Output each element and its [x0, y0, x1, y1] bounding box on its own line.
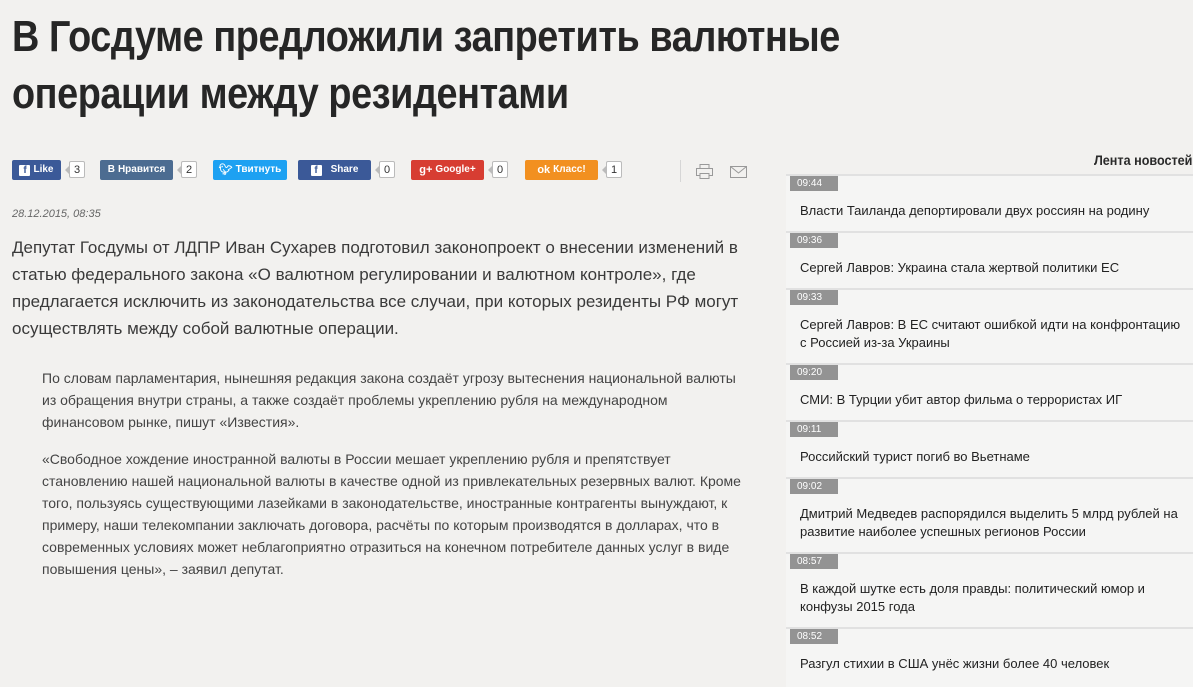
news-feed-headline[interactable]: СМИ: В Турции убит автор фильма о террор… — [800, 391, 1185, 409]
news-feed-item[interactable]: 09:33 Сергей Лавров: В ЕС считают ошибко… — [786, 288, 1193, 363]
twitter-tweet-button[interactable]: 🐦︎ Твитнуть — [213, 160, 287, 180]
news-feed-time: 09:11 — [790, 422, 838, 437]
twitter-tweet-label: Твитнуть — [235, 164, 282, 175]
news-feed-headline[interactable]: Сергей Лавров: Украина стала жертвой пол… — [800, 259, 1185, 277]
news-feed-headline[interactable]: Разгул стихии в США унёс жизни более 40 … — [800, 655, 1185, 673]
news-feed-item[interactable]: 08:52 Разгул стихии в США унёс жизни бол… — [786, 627, 1193, 687]
news-feed-time: 09:44 — [790, 176, 838, 191]
news-feed-item[interactable]: 09:20 СМИ: В Турции убит автор фильма о … — [786, 363, 1193, 420]
news-feed-item[interactable]: 09:11 Российский турист погиб во Вьетнам… — [786, 420, 1193, 477]
news-feed-time: 09:36 — [790, 233, 838, 248]
article-paragraph-2: «Свободное хождение иностранной валюты в… — [42, 451, 741, 577]
ok-class-label: Класс! — [553, 164, 586, 175]
google-plus-button[interactable]: g+ Google+ — [411, 160, 484, 180]
article-title: В Госдуме предложили запретить валютные … — [12, 12, 840, 118]
news-feed-item[interactable]: 09:02 Дмитрий Медведев распорядился выде… — [786, 477, 1193, 552]
news-feed-headline[interactable]: В каждой шутке есть доля правды: политич… — [800, 580, 1185, 616]
google-plus-label: Google+ — [435, 164, 476, 175]
news-feed-headline[interactable]: Сергей Лавров: В ЕС считают ошибкой идти… — [800, 316, 1185, 352]
news-feed-time: 08:52 — [790, 629, 838, 644]
news-feed-headline[interactable]: Российский турист погиб во Вьетнаме — [800, 448, 1185, 466]
facebook-like-count: 3 — [64, 161, 86, 178]
printer-icon[interactable] — [696, 164, 713, 179]
ok-class-count: 1 — [601, 161, 623, 178]
news-feed-time: 09:33 — [790, 290, 838, 305]
news-feed-time: 09:02 — [790, 479, 838, 494]
facebook-like-button[interactable]: f Like — [12, 160, 61, 180]
vk-icon: В — [107, 164, 115, 175]
vk-like-button[interactable]: В Нравится — [100, 160, 173, 180]
news-feed-time: 09:20 — [790, 365, 838, 380]
news-feed-title: Лента новостей — [1093, 152, 1192, 168]
facebook-share-label: Share — [330, 164, 359, 175]
vk-like-count: 2 — [176, 161, 198, 178]
twitter-bird-icon: 🐦︎ — [218, 164, 233, 176]
facebook-icon: f — [310, 164, 322, 176]
news-feed-time: 08:57 — [790, 554, 838, 569]
article-date: 28.12.2015, 08:35 — [12, 208, 101, 220]
facebook-share-count: 0 — [374, 161, 396, 178]
news-feed-headline[interactable]: Дмитрий Медведев распорядился выделить 5… — [800, 505, 1185, 541]
news-feed-item[interactable]: 09:44 Власти Таиланда депортировали двух… — [786, 174, 1193, 231]
article-paragraph-1: По словам парламентария, нынешняя редакц… — [42, 370, 736, 430]
envelope-icon[interactable] — [730, 166, 747, 178]
facebook-share-button[interactable]: f Share — [298, 160, 371, 180]
toolbar-divider — [680, 160, 681, 182]
facebook-icon: f — [19, 164, 31, 176]
ok-class-button[interactable]: ok Класс! — [525, 160, 598, 180]
vk-like-label: Нравится — [117, 164, 166, 175]
news-feed-item[interactable]: 08:57 В каждой шутке есть доля правды: п… — [786, 552, 1193, 627]
google-plus-count: 0 — [487, 161, 509, 178]
facebook-like-label: Like — [33, 164, 54, 175]
news-feed-item[interactable]: 09:36 Сергей Лавров: Украина стала жертв… — [786, 231, 1193, 288]
news-feed-headline[interactable]: Власти Таиланда депортировали двух росси… — [800, 202, 1185, 220]
odnoklassniki-icon: ok — [537, 164, 551, 176]
google-plus-icon: g+ — [419, 164, 433, 176]
article-lead: Депутат Госдумы от ЛДПР Иван Сухарев под… — [12, 238, 739, 338]
